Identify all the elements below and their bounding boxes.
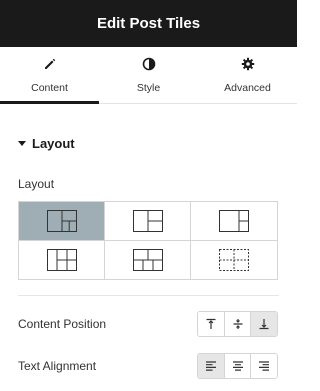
section-divider [18, 295, 279, 296]
align-left-icon [205, 361, 216, 371]
text-alignment-choices [197, 353, 278, 379]
align-center-icon [232, 361, 243, 371]
layout-2-icon [132, 209, 163, 232]
align-top-icon [206, 318, 216, 329]
align-middle-icon [233, 319, 242, 329]
panel-title: Edit Post Tiles [96, 15, 201, 32]
position-bottom-button[interactable] [251, 312, 277, 336]
panel-tabs: Content Style Advanced [0, 47, 297, 104]
layout-6-icon [219, 248, 249, 271]
text-alignment-label: Text Alignment [18, 359, 97, 373]
align-right-button[interactable] [251, 354, 277, 378]
position-top-button[interactable] [198, 312, 225, 336]
pencil-icon [43, 57, 57, 76]
align-left-button[interactable] [198, 354, 225, 378]
content-position-choices [197, 311, 278, 337]
layout-option-2[interactable] [105, 202, 191, 241]
tab-advanced[interactable]: Advanced [198, 47, 297, 103]
tab-style[interactable]: Style [99, 47, 198, 103]
gear-icon [241, 57, 255, 76]
content-position-label: Content Position [18, 317, 107, 331]
layout-1-icon [46, 209, 77, 232]
layout-choices [18, 201, 278, 280]
layout-5-icon [132, 248, 163, 271]
section-title: Layout [32, 136, 75, 151]
layout-option-1[interactable] [19, 202, 105, 241]
layout-option-3[interactable] [191, 202, 277, 241]
caret-down-icon [18, 141, 26, 146]
align-center-button[interactable] [224, 354, 252, 378]
layout-option-4[interactable] [19, 240, 105, 279]
tab-style-label: Style [136, 81, 161, 94]
align-bottom-icon [259, 319, 269, 330]
tab-advanced-label: Advanced [224, 81, 271, 94]
layout-section-toggle[interactable]: Layout [18, 136, 75, 151]
tab-content[interactable]: Content [0, 47, 99, 104]
layout-3-icon [219, 209, 249, 232]
layout-option-6[interactable] [191, 241, 277, 280]
tab-content-label: Content [31, 81, 68, 94]
align-right-icon [259, 361, 270, 371]
layout-control-label: Layout [18, 177, 55, 191]
position-middle-button[interactable] [224, 312, 252, 336]
layout-4-icon [46, 248, 77, 271]
layout-option-5[interactable] [105, 240, 191, 279]
panel-header: Edit Post Tiles [0, 0, 297, 47]
contrast-icon [142, 57, 156, 76]
